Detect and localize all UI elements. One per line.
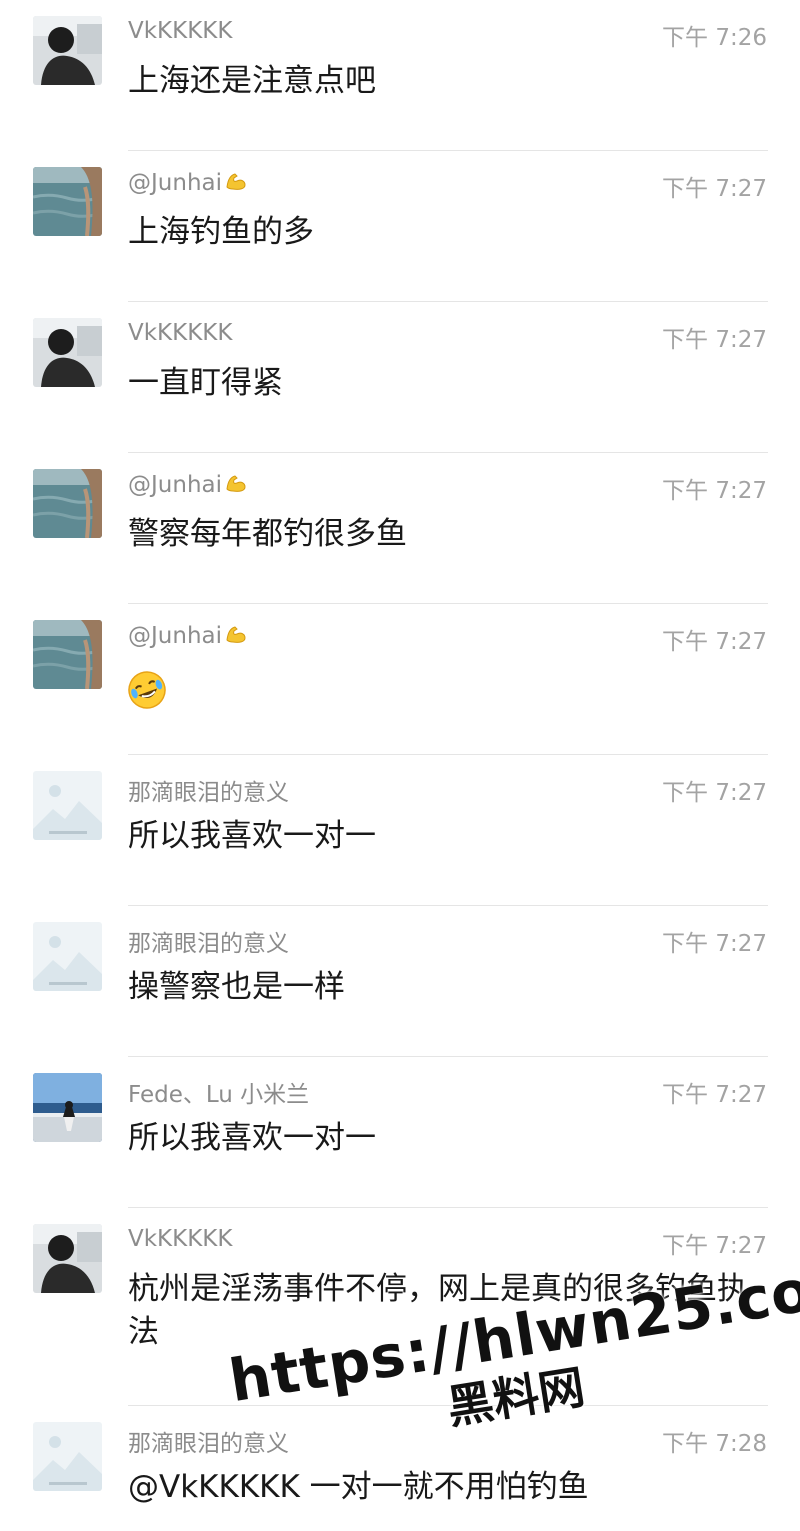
message-time: 下午 7:27	[662, 1082, 767, 1108]
message-text: 警察每年都钓很多鱼	[128, 516, 407, 552]
message-text: 所以我喜欢一对一	[128, 818, 376, 854]
message-item[interactable]: VkKKKKK 下午 7:26 上海还是注意点吧	[0, 0, 800, 151]
placeholder-image-avatar[interactable]	[33, 922, 102, 991]
flexed-biceps-icon	[224, 169, 248, 199]
message-item[interactable]: 那滴眼泪的意义 下午 7:27 所以我喜欢一对一	[0, 755, 800, 906]
message-time: 下午 7:28	[662, 1431, 767, 1457]
message-item[interactable]: @Junhai 下午 7:27 警察每年都钓很多鱼	[0, 453, 800, 604]
placeholder-image-avatar[interactable]	[33, 771, 102, 840]
rolling-laughing-emoji-icon	[127, 670, 167, 714]
message-time: 下午 7:27	[662, 176, 767, 202]
message-time: 下午 7:27	[662, 1233, 767, 1259]
sea-photo-avatar[interactable]	[33, 469, 102, 538]
message-text: 上海还是注意点吧	[128, 63, 376, 99]
message-item[interactable]: 那滴眼泪的意义 下午 7:27 操警察也是一样	[0, 906, 800, 1057]
sender-name: VkKKKKK	[128, 18, 233, 44]
person-photo-avatar[interactable]	[33, 318, 102, 387]
sender-name: @Junhai	[128, 471, 248, 501]
message-item[interactable]: VkKKKKK 下午 7:27 杭州是淫荡事件不停，网上是真的很多钓鱼执法	[0, 1208, 800, 1406]
person-photo-avatar[interactable]	[33, 16, 102, 85]
message-time: 下午 7:27	[662, 629, 767, 655]
message-time: 下午 7:27	[662, 931, 767, 957]
message-item[interactable]: Fede、Lu 小米兰 下午 7:27 所以我喜欢一对一	[0, 1057, 800, 1208]
person-photo-avatar[interactable]	[33, 1224, 102, 1293]
sender-name: Fede、Lu 小米兰	[128, 1082, 310, 1108]
sender-name: 那滴眼泪的意义	[128, 1431, 289, 1457]
message-time: 下午 7:27	[662, 327, 767, 353]
message-item[interactable]: @Junhai 下午 7:27	[0, 604, 800, 755]
flexed-biceps-icon	[224, 622, 248, 652]
message-text: 杭州是淫荡事件不停，网上是真的很多钓鱼执法	[128, 1271, 748, 1350]
sea-photo-avatar[interactable]	[33, 167, 102, 236]
message-text: 上海钓鱼的多	[128, 214, 314, 250]
chat-message-list: VkKKKKK 下午 7:26 上海还是注意点吧 @Junhai 下午 7:27…	[0, 0, 800, 1531]
message-text: 操警察也是一样	[128, 969, 345, 1005]
flexed-biceps-icon	[224, 471, 248, 501]
message-item[interactable]: @Junhai 下午 7:27 上海钓鱼的多	[0, 151, 800, 302]
message-item[interactable]: 那滴眼泪的意义 下午 7:28 @VkKKKKK 一对一就不用怕钓鱼	[0, 1406, 800, 1531]
message-item[interactable]: VkKKKKK 下午 7:27 一直盯得紧	[0, 302, 800, 453]
balcony-photo-avatar[interactable]	[33, 1073, 102, 1142]
sender-name: @Junhai	[128, 622, 248, 652]
sea-photo-avatar[interactable]	[33, 620, 102, 689]
sender-name: 那滴眼泪的意义	[128, 931, 289, 957]
sender-name: 那滴眼泪的意义	[128, 780, 289, 806]
message-text: @VkKKKKK 一对一就不用怕钓鱼	[128, 1469, 589, 1505]
message-time: 下午 7:26	[662, 25, 767, 51]
message-time: 下午 7:27	[662, 478, 767, 504]
placeholder-image-avatar[interactable]	[33, 1422, 102, 1491]
message-time: 下午 7:27	[662, 780, 767, 806]
message-text: 一直盯得紧	[128, 365, 283, 401]
sender-name: @Junhai	[128, 169, 248, 199]
message-text: 所以我喜欢一对一	[128, 1120, 376, 1156]
sender-name: VkKKKKK	[128, 320, 233, 346]
sender-name: VkKKKKK	[128, 1226, 233, 1252]
